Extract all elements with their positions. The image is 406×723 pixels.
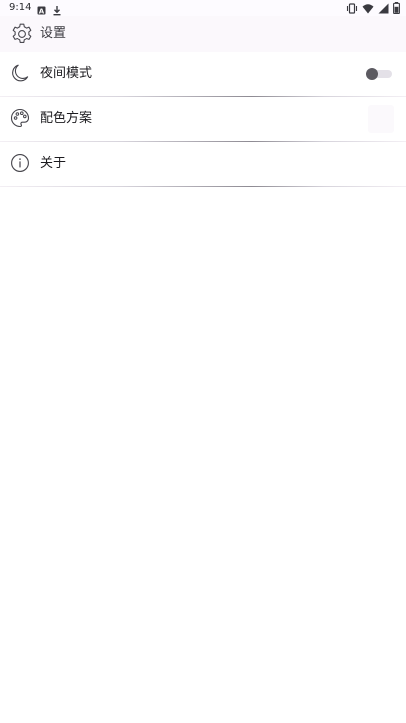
app-bar: 设置 bbox=[0, 16, 406, 52]
setting-item-label: 夜间模式 bbox=[40, 66, 93, 81]
status-time: 9:14 bbox=[9, 2, 32, 13]
setting-item-night-mode[interactable]: 夜间模式 bbox=[0, 52, 406, 96]
night-mode-toggle[interactable] bbox=[366, 68, 392, 80]
download-icon bbox=[52, 2, 62, 16]
moon-icon bbox=[10, 63, 30, 83]
accessibility-a-icon: A bbox=[37, 2, 47, 15]
palette-icon bbox=[10, 108, 30, 128]
page-title: 设置 bbox=[40, 26, 67, 41]
vibrate-icon bbox=[346, 2, 358, 14]
setting-item-label: 关于 bbox=[40, 156, 67, 171]
settings-screen: 9:14 A 设置 夜间模式 配色方案 关于 bbox=[0, 0, 406, 723]
color-preview bbox=[368, 105, 394, 133]
signal-icon bbox=[378, 3, 389, 14]
svg-text:A: A bbox=[39, 7, 45, 15]
wifi-icon bbox=[362, 3, 374, 14]
toggle-thumb bbox=[366, 68, 378, 80]
gear-icon bbox=[10, 22, 34, 46]
divider bbox=[0, 186, 406, 187]
settings-list: 夜间模式 配色方案 关于 bbox=[0, 52, 406, 187]
setting-item-about[interactable]: 关于 bbox=[0, 142, 406, 186]
status-bar: 9:14 A bbox=[0, 0, 406, 16]
info-icon bbox=[10, 153, 30, 173]
setting-item-label: 配色方案 bbox=[40, 111, 93, 126]
setting-item-color-scheme[interactable]: 配色方案 bbox=[0, 97, 406, 141]
battery-icon bbox=[393, 2, 400, 14]
status-icons bbox=[346, 2, 400, 14]
